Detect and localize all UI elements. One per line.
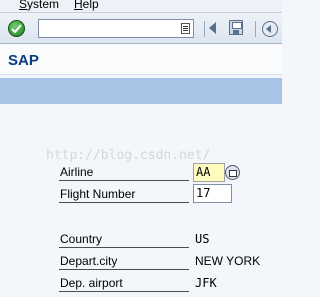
- watermark: http://blog.csdn.net/: [46, 148, 211, 163]
- command-field[interactable]: [38, 19, 194, 38]
- standard-toolbar: [0, 13, 282, 44]
- enter-button[interactable]: [8, 20, 25, 37]
- flight-number-label: Flight Number: [59, 186, 189, 203]
- airline-label: Airline: [59, 164, 189, 181]
- title-bar: SAP: [0, 44, 282, 75]
- menu-help[interactable]: Help: [74, 0, 99, 11]
- screen-title: SAP: [8, 52, 39, 69]
- dep-airport-value: JFK: [195, 276, 217, 290]
- command-history-icon[interactable]: [181, 23, 190, 34]
- dep-airport-label: Dep. airport: [59, 275, 189, 292]
- back-circle-icon[interactable]: [262, 21, 278, 37]
- checkmark-icon: [11, 24, 22, 34]
- menu-system[interactable]: System: [19, 0, 59, 11]
- back-arrow-icon[interactable]: [209, 22, 216, 34]
- flight-number-field[interactable]: 17: [193, 184, 232, 203]
- value-help-icon[interactable]: [225, 165, 240, 180]
- toolbar-separator: [204, 21, 205, 37]
- country-value: US: [195, 232, 210, 246]
- depart-city-value: NEW YORK: [195, 254, 261, 268]
- airline-field[interactable]: AA: [193, 163, 225, 182]
- depart-city-label: Depart.city: [59, 253, 189, 270]
- toolbar-separator: [255, 21, 256, 37]
- application-toolbar: [0, 78, 282, 104]
- country-label: Country: [59, 231, 189, 248]
- menu-bar: System Help: [0, 0, 282, 13]
- save-icon[interactable]: [229, 20, 243, 35]
